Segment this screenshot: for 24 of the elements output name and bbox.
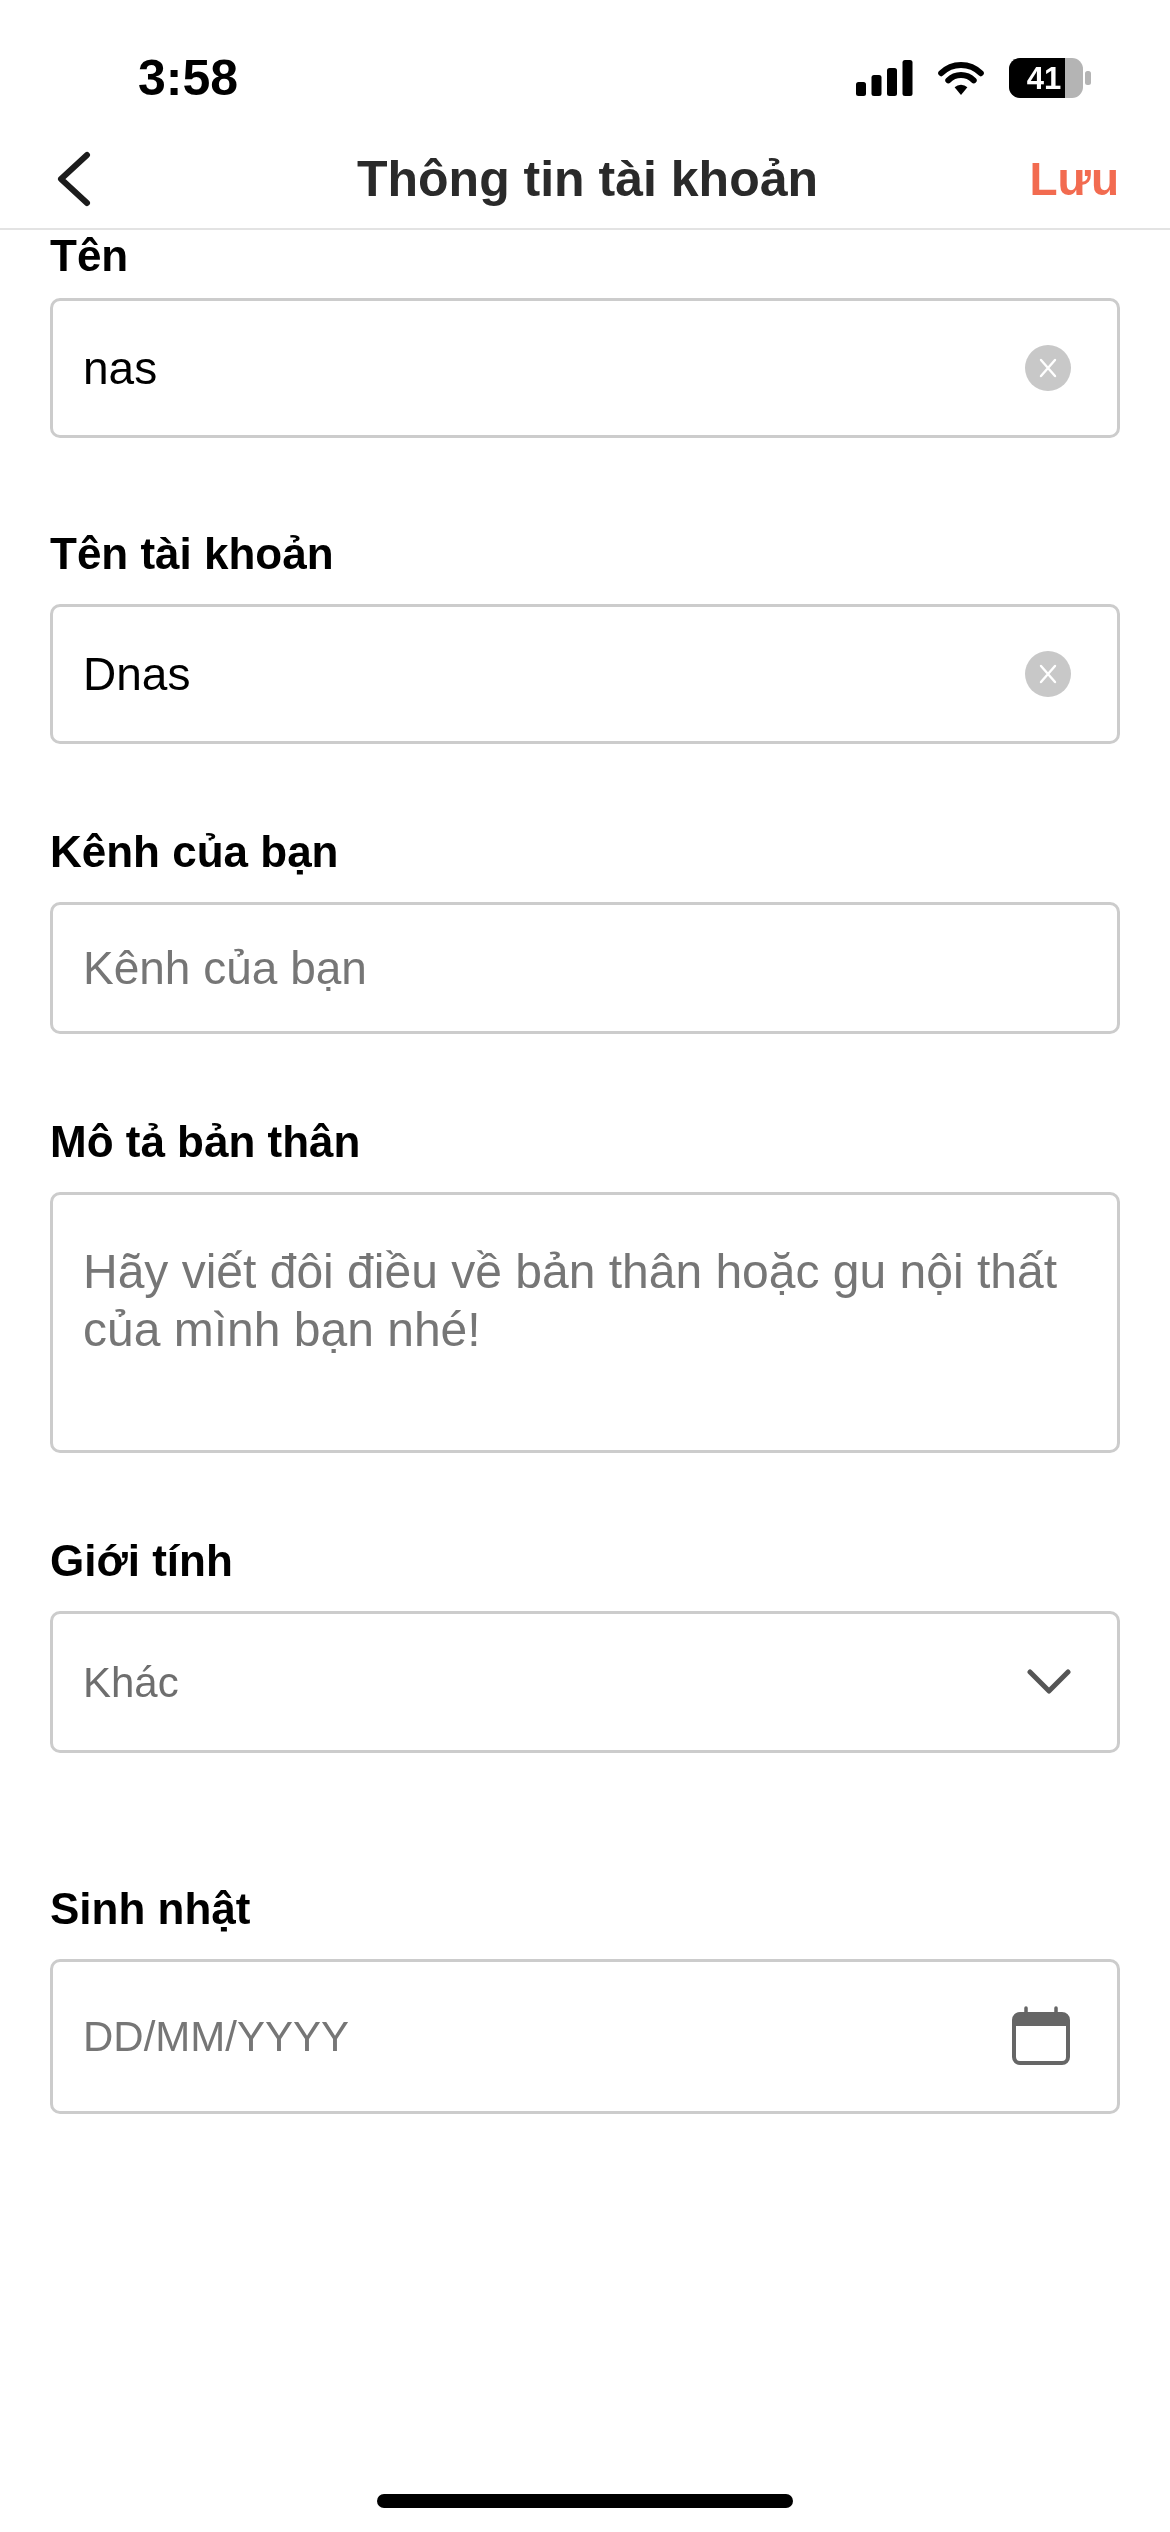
- text-field[interactable]: nas: [50, 298, 1120, 438]
- chevron-down-icon: [1027, 1669, 1071, 1695]
- signal-icon: [856, 60, 913, 96]
- field-label: Kênh của bạn: [50, 826, 340, 878]
- field-label: Tên tài khoản: [50, 528, 335, 580]
- date-field[interactable]: DD/MM/YYYY: [50, 1959, 1120, 2114]
- text-area[interactable]: Hãy viết đôi điều về bản thân hoặc gu nội thất của mình bạn nhé!: [50, 1192, 1120, 1453]
- text-field[interactable]: Kênh của bạn: [50, 902, 1120, 1034]
- field-label: Tên: [50, 230, 130, 282]
- field-label: Sinh nhật: [50, 1883, 252, 1935]
- field-label: Mô tả bản thân: [50, 1116, 362, 1168]
- battery-percentage: 41: [1026, 62, 1062, 94]
- back-icon: [56, 151, 92, 207]
- back-button[interactable]: [56, 151, 92, 207]
- x-icon: [1039, 358, 1057, 378]
- wifi-icon: [937, 60, 985, 96]
- calendar-icon: [1011, 2006, 1071, 2066]
- page-title: Thông tin tài khoản: [356, 154, 819, 204]
- x-icon: [1039, 664, 1057, 684]
- battery-icon: [1009, 58, 1091, 98]
- dropdown-field[interactable]: Khác: [50, 1611, 1120, 1753]
- status-time: 3:58: [138, 53, 239, 103]
- text-field[interactable]: Dnas: [50, 604, 1120, 744]
- field-label: Giới tính: [50, 1535, 234, 1587]
